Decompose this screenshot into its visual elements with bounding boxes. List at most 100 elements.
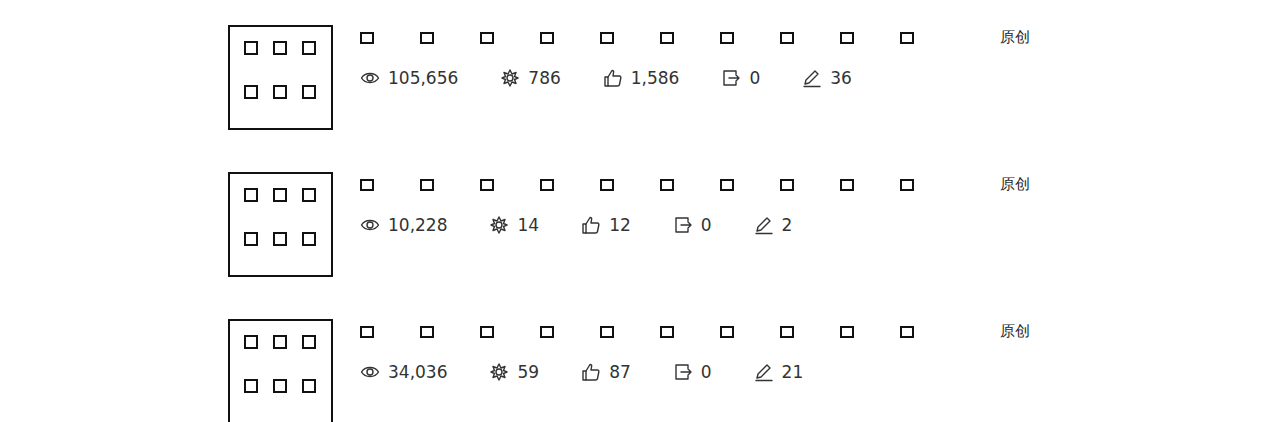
thumbnail-mark	[244, 85, 258, 99]
stat-value: 59	[517, 362, 539, 382]
stat-item: 786	[500, 68, 560, 88]
stat-value: 36	[830, 68, 852, 88]
stat-value: 2	[782, 215, 793, 235]
thumbnail-mark	[302, 335, 316, 349]
thumbnail-mark	[273, 41, 287, 55]
article-content: 10,228 14 12 0 2	[360, 172, 1000, 235]
redaction-mark	[660, 179, 674, 191]
stat-value: 786	[528, 68, 560, 88]
share-icon	[673, 362, 693, 382]
stats-bar: 105,6567861,586036	[360, 68, 1000, 88]
redaction-mark	[780, 179, 794, 191]
redaction-mark	[360, 326, 374, 338]
thumbnail-mark	[244, 41, 258, 55]
thumbnail-mark	[273, 335, 287, 349]
stat-item: 21	[754, 362, 804, 382]
flower-icon	[500, 68, 520, 88]
stat-value: 1,586	[631, 68, 680, 88]
redaction-mark	[600, 179, 614, 191]
original-tag: 原创	[1000, 25, 1030, 47]
redaction-mark	[720, 32, 734, 44]
redaction-mark	[600, 326, 614, 338]
redaction-mark	[900, 179, 914, 191]
thumbnail-mark	[273, 379, 287, 393]
redaction-mark	[540, 326, 554, 338]
redaction-mark	[780, 326, 794, 338]
redaction-mark	[600, 32, 614, 44]
flower-icon	[489, 215, 509, 235]
article-thumbnail[interactable]	[228, 319, 333, 422]
thumbnail-mark	[302, 188, 316, 202]
stat-item: 14	[489, 215, 539, 235]
stat-value: 87	[609, 362, 631, 382]
article-row[interactable]: 34,036 59 87 0 21 原创	[228, 319, 1280, 422]
stat-item: 36	[802, 68, 852, 88]
redaction-mark	[660, 32, 674, 44]
share-icon	[673, 215, 693, 235]
stats-bar: 34,036 59 87 0 21	[360, 362, 1000, 382]
stat-value: 14	[517, 215, 539, 235]
stat-item: 0	[673, 215, 712, 235]
redaction-mark	[360, 32, 374, 44]
pencil-icon	[754, 215, 774, 235]
thumbnail-mark	[273, 85, 287, 99]
redaction-mark	[840, 326, 854, 338]
original-tag: 原创	[1000, 319, 1030, 341]
article-content: 34,036 59 87 0 21	[360, 319, 1000, 382]
redacted-title[interactable]	[360, 175, 1000, 195]
stat-value: 12	[609, 215, 631, 235]
redaction-mark	[780, 32, 794, 44]
redaction-mark	[840, 32, 854, 44]
article-row[interactable]: 10,228 14 12 0 2 原创	[228, 172, 1280, 277]
redaction-mark	[480, 326, 494, 338]
redaction-mark	[420, 32, 434, 44]
thumbnail-mark	[302, 379, 316, 393]
flower-icon	[489, 362, 509, 382]
redaction-mark	[900, 326, 914, 338]
thumbs-up-icon	[581, 215, 601, 235]
article-content: 105,6567861,586036	[360, 25, 1000, 88]
article-list: 105,6567861,586036原创10,228141202原创34,036…	[0, 0, 1280, 422]
thumbnail-mark	[302, 232, 316, 246]
thumbs-up-icon	[581, 362, 601, 382]
redaction-mark	[840, 179, 854, 191]
stat-item: 12	[581, 215, 631, 235]
original-tag: 原创	[1000, 172, 1030, 194]
stat-item: 0	[673, 362, 712, 382]
share-icon	[721, 68, 741, 88]
thumbs-up-icon	[603, 68, 623, 88]
redaction-mark	[720, 326, 734, 338]
eye-icon	[360, 215, 380, 235]
thumbnail-mark	[273, 188, 287, 202]
redaction-mark	[420, 179, 434, 191]
stat-value: 10,228	[388, 215, 447, 235]
redacted-title[interactable]	[360, 28, 1000, 48]
eye-icon	[360, 362, 380, 382]
article-thumbnail[interactable]	[228, 25, 333, 130]
article-thumbnail[interactable]	[228, 172, 333, 277]
thumbnail-mark	[244, 232, 258, 246]
pencil-icon	[754, 362, 774, 382]
redaction-mark	[480, 179, 494, 191]
stat-value: 105,656	[388, 68, 458, 88]
stat-item: 105,656	[360, 68, 458, 88]
redaction-mark	[360, 179, 374, 191]
redaction-mark	[720, 179, 734, 191]
redaction-mark	[900, 32, 914, 44]
redacted-title[interactable]	[360, 322, 1000, 342]
pencil-icon	[802, 68, 822, 88]
thumbnail-mark	[273, 232, 287, 246]
stat-item: 1,586	[603, 68, 680, 88]
stat-value: 0	[701, 215, 712, 235]
thumbnail-mark	[302, 41, 316, 55]
stat-item: 34,036	[360, 362, 447, 382]
thumbnail-mark	[302, 85, 316, 99]
thumbnail-mark	[244, 379, 258, 393]
stat-item: 87	[581, 362, 631, 382]
article-row[interactable]: 105,6567861,586036原创	[228, 25, 1280, 130]
stat-value: 0	[701, 362, 712, 382]
eye-icon	[360, 68, 380, 88]
thumbnail-mark	[244, 335, 258, 349]
stat-item: 10,228	[360, 215, 447, 235]
stat-value: 21	[782, 362, 804, 382]
